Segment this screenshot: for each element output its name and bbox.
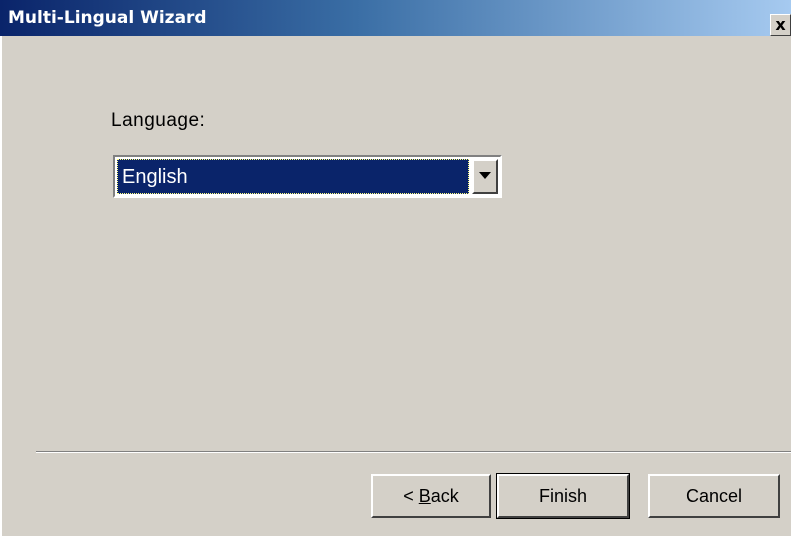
close-button[interactable]: x bbox=[770, 14, 791, 36]
back-button-rest: ack bbox=[430, 486, 459, 506]
finish-button[interactable]: Finish bbox=[496, 473, 630, 519]
cancel-button[interactable]: Cancel bbox=[648, 474, 780, 518]
close-icon: x bbox=[775, 15, 786, 34]
title-bar[interactable]: Multi-Lingual Wizard x bbox=[0, 0, 791, 36]
language-selected-value: English bbox=[122, 166, 188, 188]
wizard-window: Multi-Lingual Wizard x Language: English… bbox=[0, 0, 791, 536]
language-select-value-area[interactable]: English bbox=[117, 159, 469, 194]
window-left-border bbox=[0, 36, 2, 536]
cancel-button-label: Cancel bbox=[685, 486, 743, 506]
language-select[interactable]: English bbox=[113, 155, 502, 198]
back-button-prefix: < bbox=[403, 486, 419, 506]
language-dropdown-button[interactable] bbox=[472, 159, 498, 194]
back-button-mnemonic: B bbox=[418, 486, 431, 506]
footer-separator bbox=[36, 451, 791, 453]
back-button[interactable]: < Back bbox=[371, 474, 491, 518]
finish-button-label: Finish bbox=[538, 486, 587, 506]
window-title: Multi-Lingual Wizard bbox=[8, 8, 207, 28]
language-label: Language: bbox=[111, 110, 206, 131]
chevron-down-icon bbox=[479, 172, 491, 179]
